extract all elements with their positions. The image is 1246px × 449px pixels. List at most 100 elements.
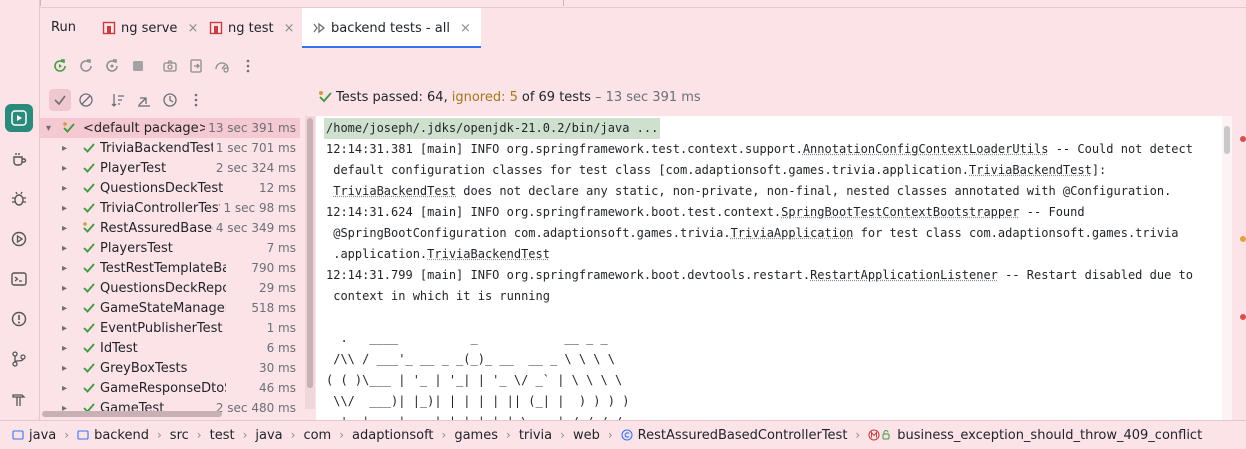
tab-backend-tests-all[interactable]: backend tests - all × (302, 8, 481, 48)
chevron-right-icon[interactable]: ▸ (62, 323, 72, 334)
tree-test-row[interactable]: ▸ TriviaControllerTest 1 sec 98 ms (40, 198, 300, 218)
tree-root-row[interactable]: ▾ <default package> 13 sec 391 ms (40, 118, 300, 138)
chevron-right-icon[interactable]: ▸ (62, 223, 72, 234)
collapse-all-button[interactable] (134, 90, 154, 110)
breadcrumb-item[interactable]: › games (434, 428, 498, 443)
chevron-right-icon: › (339, 428, 345, 442)
show-passed-toggle[interactable] (49, 89, 71, 111)
tree-test-row[interactable]: ▸ GameResponseDtoShould 46 ms (40, 378, 300, 398)
breadcrumb-item[interactable]: › com (283, 428, 332, 443)
toggle-auto-test-button[interactable] (102, 56, 122, 76)
git-tool-button[interactable] (5, 345, 33, 373)
chevron-down-icon[interactable]: ▾ (46, 123, 56, 134)
profiler-tool-button[interactable] (5, 225, 33, 253)
breadcrumb-item[interactable]: › src (149, 428, 189, 443)
chevron-right-icon[interactable]: ▸ (62, 383, 72, 394)
tree-test-duration: 6 ms (263, 341, 296, 355)
chevron-right-icon[interactable]: ▸ (62, 243, 72, 254)
tree-test-name: PlayersTest (100, 240, 173, 256)
breadcrumb-item[interactable]: › test (189, 428, 235, 443)
show-ignored-toggle[interactable] (76, 90, 96, 110)
breadcrumb-item[interactable]: › adaptionsoft (331, 428, 433, 443)
console-line: /\\ / ___'_ __ _ _(_)_ __ __ _ \ \ \ \ (326, 352, 615, 366)
build-tool-button[interactable] (5, 385, 33, 413)
tree-test-duration: 46 ms (255, 381, 296, 395)
tree-test-duration: 1 sec 701 ms (212, 141, 296, 155)
tree-test-row[interactable]: ▸ TestRestTemplateBased 790 ms (40, 258, 300, 278)
breadcrumb-item[interactable]: › backend (56, 428, 149, 443)
tab-ng-serve[interactable]: ng serve × (92, 8, 208, 48)
chevron-right-icon[interactable]: ▸ (62, 343, 72, 354)
breadcrumb-item[interactable]: › trivia (498, 428, 552, 443)
tree-test-name: TriviaControllerTest (100, 200, 224, 216)
bug-icon (12, 191, 26, 206)
chevron-right-icon[interactable]: ▸ (62, 263, 72, 274)
more-options-button[interactable] (238, 56, 258, 76)
screenshot-button[interactable] (160, 56, 180, 76)
run-icon (11, 110, 27, 126)
breadcrumb-label: com (303, 427, 332, 443)
npm-icon (209, 21, 223, 35)
console-line: 12:14:31.624 [main] INFO org.springframe… (326, 205, 1085, 219)
coverage-button[interactable] (212, 56, 232, 76)
tree-test-duration: 1 ms (263, 321, 296, 335)
tree-test-row[interactable]: ▸ PlayerTest 2 sec 324 ms (40, 158, 300, 178)
camera-icon (163, 60, 177, 72)
tree-test-name: GreyBoxTests (100, 360, 188, 376)
services-tool-button[interactable] (5, 145, 33, 173)
breadcrumb-item[interactable]: java (12, 428, 56, 443)
chevron-right-icon[interactable]: ▸ (62, 303, 72, 314)
rerun-button[interactable] (50, 56, 70, 76)
close-icon[interactable]: × (460, 21, 471, 36)
problems-tool-button[interactable] (5, 305, 33, 333)
chevron-right-icon: › (855, 428, 861, 442)
chevron-right-icon: › (290, 428, 296, 442)
tree-test-row[interactable]: ▸ GameStateManagerTest 518 ms (40, 298, 300, 318)
tab-ng-test[interactable]: ng test × (199, 8, 305, 48)
more-vertical-icon (194, 93, 198, 107)
test-tree: ▾ <default package> 13 sec 391 ms ▸ Trivi… (40, 116, 305, 420)
tree-test-row[interactable]: ▸ TriviaBackendTest 1 sec 701 ms (40, 138, 300, 158)
tree-test-row[interactable]: ▸ QuestionsDeckRepository 29 ms (40, 278, 300, 298)
chevron-right-icon[interactable]: ▸ (62, 363, 72, 374)
chevron-right-icon[interactable]: ▸ (62, 283, 72, 294)
test-status-summary: Tests passed: 64, ignored: 5 of 69 tests… (318, 89, 701, 105)
console-output[interactable]: /home/joseph/.jdks/openjdk-21.0.2/bin/ja… (316, 116, 1230, 420)
rerun-failed-button[interactable] (76, 56, 96, 76)
tree-test-row[interactable]: ▸ GreyBoxTests 30 ms (40, 358, 300, 378)
tree-horizontal-scrollbar[interactable] (40, 409, 305, 419)
close-icon[interactable]: × (284, 21, 295, 36)
terminal-icon (11, 272, 27, 286)
tree-more-button[interactable] (186, 90, 206, 110)
chevron-right-icon: › (560, 428, 565, 442)
chevron-right-icon[interactable]: ▸ (62, 143, 72, 154)
test-results-header: Tests passed: 64, ignored: 5 of 69 tests… (40, 84, 1246, 116)
tree-test-name: EventPublisherTest (100, 320, 223, 336)
tree-test-row[interactable]: ▸ PlayersTest 7 ms (40, 238, 300, 258)
tree-vertical-scrollbar[interactable] (305, 116, 315, 409)
close-icon[interactable]: × (187, 21, 198, 36)
tree-test-row[interactable]: ▸ QuestionsDeckTest 12 ms (40, 178, 300, 198)
breadcrumb-item[interactable]: › java (235, 428, 283, 443)
rerun-failed-icon (80, 59, 92, 72)
tree-test-duration: 4 sec 349 ms (212, 221, 296, 235)
chevron-right-icon[interactable]: ▸ (62, 163, 72, 174)
terminal-tool-button[interactable] (5, 265, 33, 293)
tree-test-row[interactable]: ▸ RestAssuredBased 4 sec 349 ms (40, 218, 300, 238)
sort-button[interactable] (108, 90, 128, 110)
test-history-button[interactable] (160, 90, 180, 110)
chevron-right-icon[interactable]: ▸ (62, 203, 72, 214)
breadcrumb-item[interactable]: › business_exception_should_throw_409_con… (847, 428, 1202, 443)
stop-button[interactable] (128, 56, 148, 76)
passed-check-icon (82, 201, 96, 215)
tree-test-row[interactable]: ▸ IdTest 6 ms (40, 338, 300, 358)
run-tool-button[interactable] (5, 104, 33, 132)
breadcrumb-item[interactable]: › RestAssuredBasedControllerTest (600, 428, 848, 443)
debug-tool-button[interactable] (5, 185, 33, 213)
breadcrumb-item[interactable]: › web (552, 428, 600, 443)
chevron-right-icon[interactable]: ▸ (62, 183, 72, 194)
export-button[interactable] (186, 56, 206, 76)
tree-test-row[interactable]: ▸ EventPublisherTest 1 ms (40, 318, 300, 338)
console-scrollbar[interactable] (1222, 116, 1232, 420)
passed-check-icon (82, 341, 96, 355)
